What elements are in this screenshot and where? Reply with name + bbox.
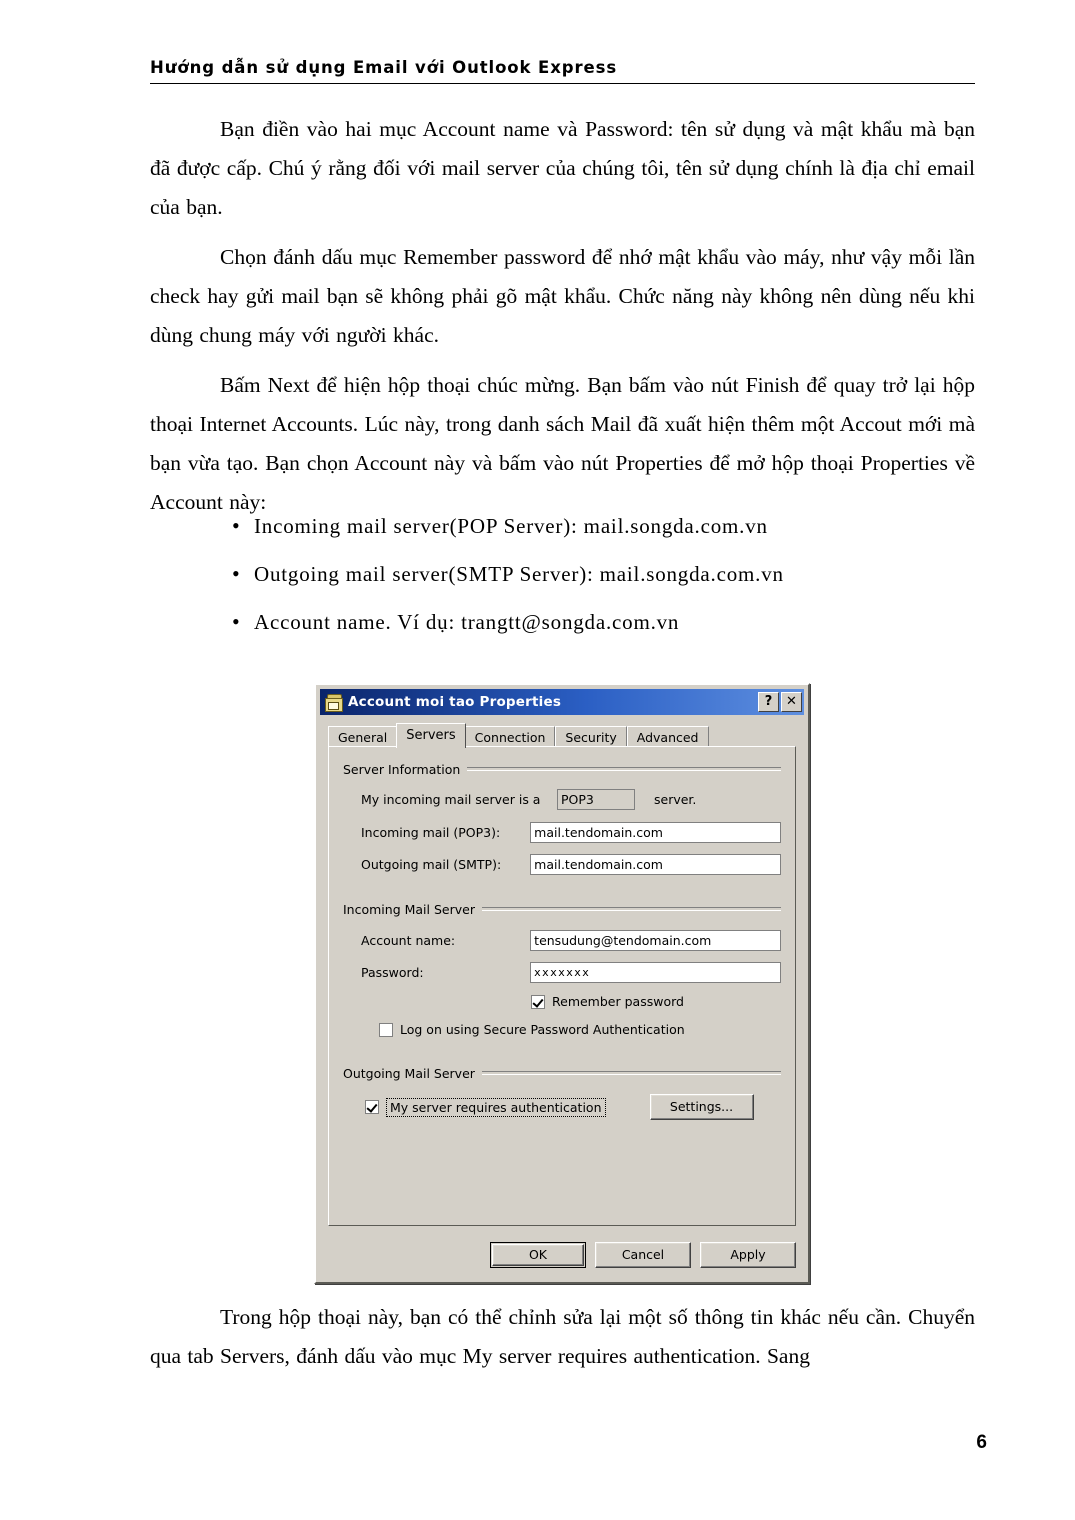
page-header: Hướng dẫn sử dụng Email với Outlook Expr… bbox=[150, 58, 975, 84]
paragraph: Bấm Next để hiện hộp thoại chúc mừng. Bạ… bbox=[150, 373, 975, 514]
list-item-label: Account name. Ví dụ: trangtt@songda.com.… bbox=[254, 610, 680, 634]
group-divider bbox=[481, 907, 781, 911]
outgoing-mail-label: Outgoing mail (SMTP): bbox=[361, 857, 502, 872]
requires-authentication-checkbox[interactable] bbox=[365, 1100, 379, 1114]
incoming-mail-label: Incoming mail (POP3): bbox=[361, 825, 501, 840]
group-header: Server Information bbox=[343, 761, 781, 777]
servers-tab-page: Server Information My incoming mail serv… bbox=[328, 746, 796, 1226]
group-divider bbox=[467, 767, 781, 771]
tab-label: Servers bbox=[406, 728, 456, 743]
group-label: Server Information bbox=[343, 761, 461, 777]
incoming-mail-server-group: Incoming Mail Server Account name: tensu… bbox=[343, 901, 781, 1037]
password-input[interactable]: xxxxxxx bbox=[530, 962, 781, 983]
group-header: Incoming Mail Server bbox=[343, 901, 781, 917]
remember-password-label: Remember password bbox=[552, 994, 684, 1009]
tab-connection[interactable]: Connection bbox=[464, 726, 556, 747]
bullet-marker-icon: • bbox=[232, 513, 240, 538]
document-body: Bạn điền vào hai mục Account name và Pas… bbox=[150, 110, 975, 522]
group-header: Outgoing Mail Server bbox=[343, 1065, 781, 1081]
tab-servers[interactable]: Servers bbox=[396, 723, 466, 748]
list-item-label: Incoming mail server(POP Server): mail.s… bbox=[254, 514, 768, 538]
secure-password-auth-label: Log on using Secure Password Authenticat… bbox=[400, 1022, 685, 1037]
dialog-titlebar[interactable]: Account moi tao Properties ? ✕ bbox=[320, 689, 804, 715]
paragraph: Bạn điền vào hai mục Account name và Pas… bbox=[150, 117, 975, 219]
smtp-settings-button[interactable]: Settings... bbox=[649, 1094, 754, 1120]
dialog-inner-frame: Account moi tao Properties ? ✕ General S… bbox=[317, 686, 807, 1281]
requires-authentication-label: My server requires authentication bbox=[386, 1097, 606, 1117]
close-button[interactable]: ✕ bbox=[781, 692, 802, 712]
outgoing-mail-row: Outgoing mail (SMTP): mail.tendomain.com bbox=[343, 854, 781, 875]
remember-password-checkbox[interactable] bbox=[531, 994, 545, 1009]
cancel-button-label: Cancel bbox=[621, 1246, 665, 1262]
paragraph: Chọn đánh dấu mục Remember password để n… bbox=[150, 245, 975, 347]
list-item: • Outgoing mail server(SMTP Server): mai… bbox=[150, 560, 975, 608]
apply-button[interactable]: Apply bbox=[700, 1242, 796, 1268]
remember-password-row[interactable]: Remember password bbox=[343, 994, 781, 1009]
tab-label: General bbox=[338, 730, 388, 745]
group-label: Incoming Mail Server bbox=[343, 901, 475, 917]
help-button[interactable]: ? bbox=[758, 692, 779, 712]
tab-label: Advanced bbox=[636, 730, 699, 745]
incoming-server-type-value: POP3 bbox=[557, 789, 635, 810]
bullet-marker-icon: • bbox=[232, 561, 240, 586]
password-label: Password: bbox=[361, 965, 424, 980]
account-properties-dialog[interactable]: Account moi tao Properties ? ✕ General S… bbox=[314, 683, 810, 1284]
group-label: Outgoing Mail Server bbox=[343, 1065, 475, 1081]
incoming-server-type-row: My incoming mail server is a POP3 server… bbox=[343, 789, 781, 810]
list-item: • Incoming mail server(POP Server): mail… bbox=[150, 512, 975, 560]
tabstrip[interactable]: General Servers Connection Security Adva… bbox=[328, 723, 796, 748]
incoming-mail-input[interactable]: mail.tendomain.com bbox=[530, 822, 781, 843]
apply-button-label: Apply bbox=[730, 1246, 766, 1262]
tab-label: Connection bbox=[474, 730, 546, 745]
ok-button-label: OK bbox=[528, 1246, 548, 1262]
document-footer-text: Trong hộp thoại này, bạn có thể chỉnh sử… bbox=[150, 1298, 975, 1376]
tab-security[interactable]: Security bbox=[555, 726, 627, 747]
tab-advanced[interactable]: Advanced bbox=[626, 726, 709, 747]
page-header-rule bbox=[150, 83, 975, 84]
outgoing-mail-server-group: Outgoing Mail Server My server requires … bbox=[343, 1065, 781, 1120]
paragraph: Trong hộp thoại này, bạn có thể chỉnh sử… bbox=[150, 1305, 975, 1368]
tab-label: Security bbox=[565, 730, 617, 745]
account-name-input[interactable]: tensudung@tendomain.com bbox=[530, 930, 781, 951]
account-name-row: Account name: tensudung@tendomain.com bbox=[343, 930, 781, 951]
list-item-label: Outgoing mail server(SMTP Server): mail.… bbox=[254, 562, 784, 586]
bullet-list: • Incoming mail server(POP Server): mail… bbox=[150, 512, 975, 656]
ok-button[interactable]: OK bbox=[490, 1242, 586, 1268]
page-header-title: Hướng dẫn sử dụng Email với Outlook Expr… bbox=[150, 58, 618, 77]
outgoing-mail-input[interactable]: mail.tendomain.com bbox=[530, 854, 781, 875]
group-divider bbox=[481, 1071, 781, 1075]
list-item: • Account name. Ví dụ: trangtt@songda.co… bbox=[150, 608, 975, 656]
requires-auth-row[interactable]: My server requires authentication Settin… bbox=[343, 1094, 781, 1120]
cancel-button[interactable]: Cancel bbox=[595, 1242, 691, 1268]
dialog-title: Account moi tao Properties bbox=[348, 694, 562, 710]
incoming-server-type-suffix: server. bbox=[654, 792, 697, 807]
mail-account-icon bbox=[324, 693, 343, 712]
password-row: Password: xxxxxxx bbox=[343, 962, 781, 983]
server-information-group: Server Information My incoming mail serv… bbox=[343, 761, 781, 875]
spa-row[interactable]: Log on using Secure Password Authenticat… bbox=[343, 1022, 781, 1037]
account-name-label: Account name: bbox=[361, 933, 456, 948]
page-number: 6 bbox=[976, 1432, 987, 1453]
secure-password-auth-checkbox[interactable] bbox=[379, 1022, 393, 1037]
incoming-mail-row: Incoming mail (POP3): mail.tendomain.com bbox=[343, 822, 781, 843]
tab-general[interactable]: General bbox=[328, 726, 398, 747]
incoming-server-type-label: My incoming mail server is a bbox=[361, 792, 541, 807]
bullet-marker-icon: • bbox=[232, 609, 240, 634]
dialog-button-bar: OK Cancel Apply bbox=[328, 1242, 796, 1268]
smtp-settings-button-label: Settings... bbox=[669, 1098, 734, 1114]
